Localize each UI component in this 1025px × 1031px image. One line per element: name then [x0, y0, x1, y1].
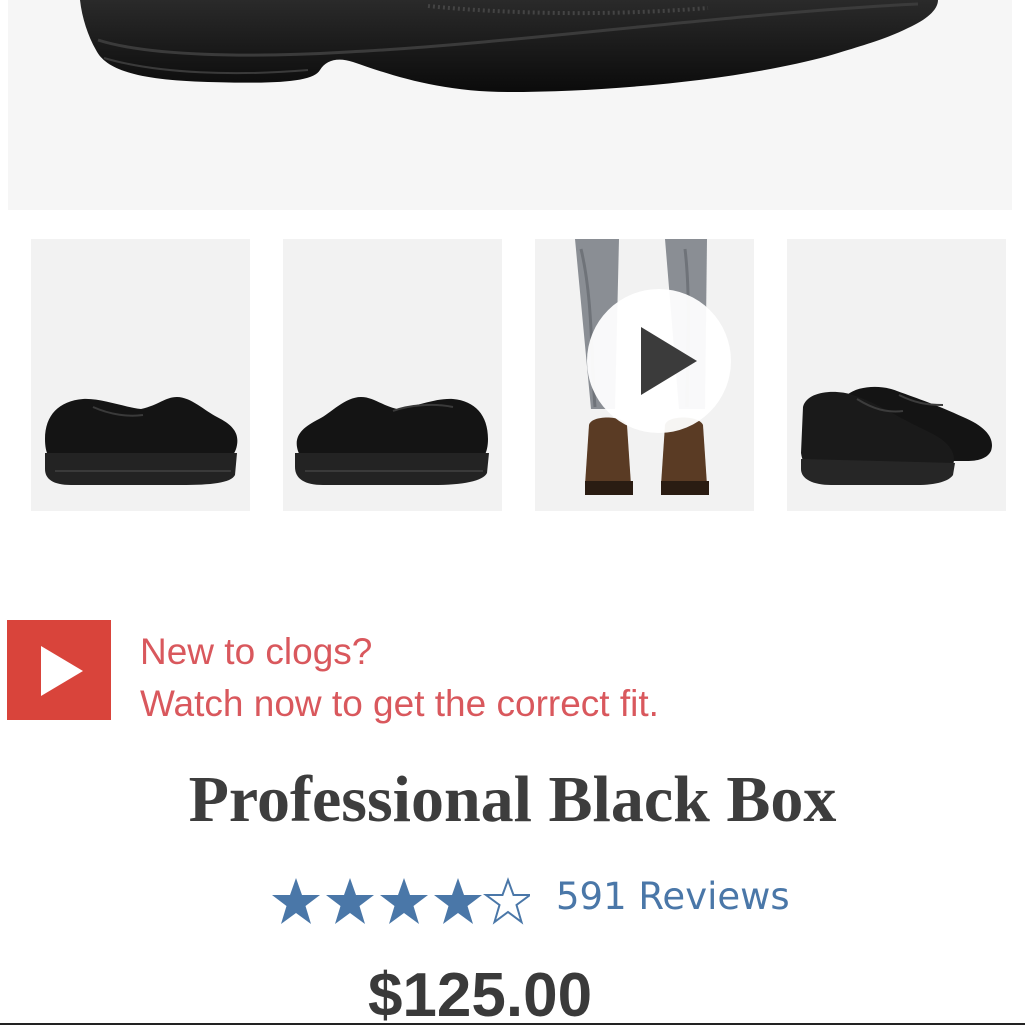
video-play-icon[interactable] — [7, 620, 111, 720]
fit-banner-text[interactable]: New to clogs? Watch now to get the corre… — [140, 626, 659, 730]
fit-video-banner[interactable]: New to clogs? Watch now to get the corre… — [7, 620, 767, 724]
fit-banner-line2: Watch now to get the correct fit. — [140, 683, 659, 724]
play-video-button[interactable] — [585, 287, 733, 435]
hero-clog-illustration — [80, 0, 938, 92]
play-icon — [587, 289, 731, 433]
product-price: $125.00 — [367, 961, 593, 1030]
star-icon-filled — [434, 878, 482, 924]
thumbnail-2[interactable] — [283, 239, 502, 511]
hero-product-image[interactable] — [8, 0, 1012, 210]
product-title: Professional Black Box — [188, 763, 837, 836]
star-icon-empty — [482, 877, 534, 925]
thumbnail-1[interactable] — [31, 239, 250, 511]
star-icon-filled — [326, 878, 374, 924]
reviews-link[interactable]: 591 Reviews — [556, 875, 790, 918]
star-rating — [270, 874, 534, 935]
thumbnail-4[interactable] — [787, 239, 1006, 511]
star-icon-filled — [272, 878, 320, 924]
clog-other-side-view-image — [295, 397, 489, 485]
clog-side-view-image — [45, 397, 238, 485]
thumbnail-3-video[interactable] — [535, 239, 754, 511]
star-icon-filled — [380, 878, 428, 924]
play-triangle-icon — [41, 646, 83, 696]
star-icons — [272, 877, 534, 925]
fit-banner-line1: New to clogs? — [140, 631, 373, 672]
clog-pair-view-image — [801, 386, 992, 485]
